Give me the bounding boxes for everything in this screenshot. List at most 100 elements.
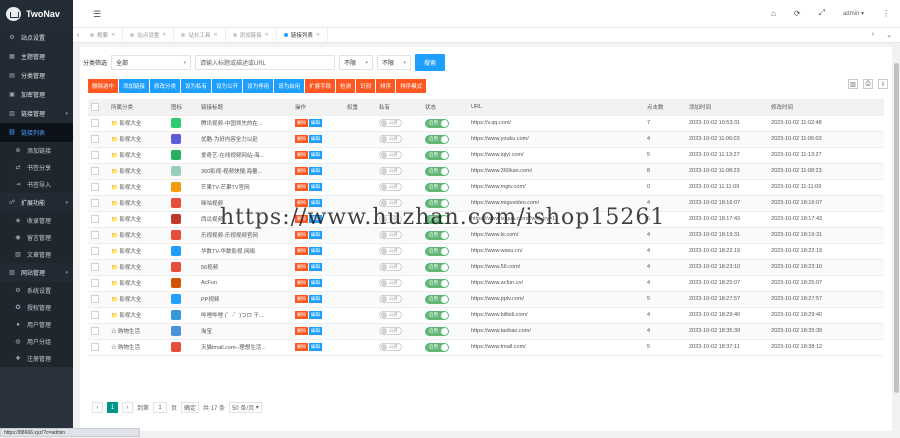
tab-options-icon[interactable]: ⌄: [886, 31, 892, 39]
delete-button[interactable]: 删除: [295, 279, 308, 287]
sidebar-item-3[interactable]: ▣ 加密管理: [0, 85, 73, 104]
row-checkbox[interactable]: [91, 247, 99, 255]
weight-cell[interactable]: [344, 291, 376, 308]
weight-cell[interactable]: [344, 339, 376, 356]
private-toggle[interactable]: 公开: [379, 310, 402, 319]
toolbar-button-4[interactable]: 设为公开: [212, 79, 243, 93]
delete-button[interactable]: 删除: [295, 231, 308, 239]
delete-button[interactable]: 删除: [295, 151, 308, 159]
filter-select-3[interactable]: 不限 ▾: [377, 55, 412, 70]
toolbar-button-1[interactable]: 添加链接: [119, 79, 150, 93]
delete-button[interactable]: 删除: [295, 295, 308, 303]
status-toggle[interactable]: 启用: [425, 278, 449, 288]
export-icon[interactable]: ⇩: [878, 79, 888, 89]
edit-button[interactable]: 编辑: [309, 231, 322, 239]
row-checkbox[interactable]: [91, 231, 99, 239]
row-checkbox[interactable]: [91, 327, 99, 335]
search-input[interactable]: 请输入标题或描述或URL: [195, 55, 336, 70]
column-header[interactable]: 权重: [344, 99, 376, 116]
weight-cell[interactable]: [344, 211, 376, 228]
toolbar-button-0[interactable]: 删除选中: [88, 79, 119, 93]
tab-2[interactable]: 站长工具 ✕: [174, 27, 226, 43]
private-toggle[interactable]: 公开: [379, 198, 402, 207]
weight-cell[interactable]: [344, 243, 376, 260]
close-icon[interactable]: ✕: [265, 32, 269, 38]
toolbar-button-5[interactable]: 设为停用: [243, 79, 274, 93]
edit-button[interactable]: 编辑: [309, 247, 322, 255]
tab-3[interactable]: 添加链接 ✕: [226, 27, 277, 43]
edit-button[interactable]: 编辑: [309, 263, 322, 271]
sidebar-item-13[interactable]: ▨ 网站管理 ▾: [0, 263, 73, 282]
status-toggle[interactable]: 启用: [425, 310, 449, 320]
row-checkbox[interactable]: [91, 135, 99, 143]
private-toggle[interactable]: 公开: [379, 134, 402, 143]
current-page[interactable]: 1: [107, 402, 118, 413]
home-icon[interactable]: ⌂: [771, 9, 776, 18]
private-toggle[interactable]: 公开: [379, 230, 402, 239]
filter-select-2[interactable]: 不限 ▾: [339, 55, 374, 70]
private-toggle[interactable]: 公开: [379, 166, 402, 175]
column-header[interactable]: 添加时间: [686, 99, 768, 116]
row-checkbox[interactable]: [91, 295, 99, 303]
edit-button[interactable]: 编辑: [309, 343, 322, 351]
sidebar-item-0[interactable]: ⚙ 站点设置: [0, 28, 73, 47]
private-toggle[interactable]: 公开: [379, 118, 402, 127]
page-input[interactable]: 1: [153, 402, 168, 413]
private-toggle[interactable]: 公开: [379, 150, 402, 159]
next-page-button[interactable]: ›: [122, 402, 133, 413]
delete-button[interactable]: 删除: [295, 311, 308, 319]
delete-button[interactable]: 删除: [295, 183, 308, 191]
toolbar-button-7[interactable]: 扩展字段: [305, 79, 336, 93]
delete-button[interactable]: 删除: [295, 327, 308, 335]
edit-button[interactable]: 编辑: [309, 119, 322, 127]
row-checkbox[interactable]: [91, 215, 99, 223]
weight-cell[interactable]: [344, 179, 376, 196]
print-icon[interactable]: ⎙: [863, 79, 873, 89]
edit-button[interactable]: 编辑: [309, 311, 322, 319]
toolbar-button-6[interactable]: 设为启用: [274, 79, 305, 93]
row-checkbox[interactable]: [91, 263, 99, 271]
menu-toggle-icon[interactable]: ☰: [93, 9, 101, 20]
refresh-icon[interactable]: ⟳: [794, 9, 801, 18]
toolbar-button-10[interactable]: 排序: [376, 79, 396, 93]
status-toggle[interactable]: 启用: [425, 150, 449, 160]
status-toggle[interactable]: 启用: [425, 262, 449, 272]
toolbar-button-8[interactable]: 检测: [336, 79, 356, 93]
status-toggle[interactable]: 启用: [425, 166, 449, 176]
status-toggle[interactable]: 启用: [425, 214, 449, 224]
weight-cell[interactable]: [344, 163, 376, 180]
category-select[interactable]: 全部 ▾: [111, 55, 192, 70]
weight-cell[interactable]: [344, 275, 376, 292]
sidebar-item-2[interactable]: ▤ 分类管理: [0, 66, 73, 85]
sidebar-item-14[interactable]: ⚙ 系统设置: [0, 282, 73, 299]
status-toggle[interactable]: 启用: [425, 342, 449, 352]
column-header[interactable]: 点击数: [644, 99, 686, 116]
status-toggle[interactable]: 启用: [425, 134, 449, 144]
edit-button[interactable]: 编辑: [309, 295, 322, 303]
edit-button[interactable]: 编辑: [309, 151, 322, 159]
app-logo[interactable]: TwoNav: [0, 0, 73, 28]
row-checkbox[interactable]: [91, 119, 99, 127]
column-header[interactable]: URL: [468, 99, 644, 116]
private-toggle[interactable]: 公开: [379, 294, 402, 303]
toolbar-button-2[interactable]: 修改分类: [150, 79, 181, 93]
user-menu[interactable]: admin ▾: [843, 10, 864, 17]
close-icon[interactable]: ✕: [162, 32, 166, 38]
row-checkbox[interactable]: [91, 311, 99, 319]
delete-button[interactable]: 删除: [295, 247, 308, 255]
status-toggle[interactable]: 启用: [425, 326, 449, 336]
weight-cell[interactable]: [344, 131, 376, 148]
private-toggle[interactable]: 公开: [379, 262, 402, 271]
toolbar-button-11[interactable]: 排序模式: [396, 79, 427, 93]
weight-cell[interactable]: [344, 195, 376, 212]
delete-button[interactable]: 删除: [295, 119, 308, 127]
toolbar-button-3[interactable]: 设为私有: [181, 79, 212, 93]
edit-button[interactable]: 编辑: [309, 215, 322, 223]
sidebar-item-1[interactable]: ▦ 主题管理: [0, 47, 73, 66]
status-toggle[interactable]: 启用: [425, 118, 449, 128]
column-header[interactable]: [88, 99, 108, 116]
weight-cell[interactable]: [344, 259, 376, 276]
weight-cell[interactable]: [344, 115, 376, 132]
row-checkbox[interactable]: [91, 183, 99, 191]
scrollbar-thumb[interactable]: [894, 63, 899, 393]
